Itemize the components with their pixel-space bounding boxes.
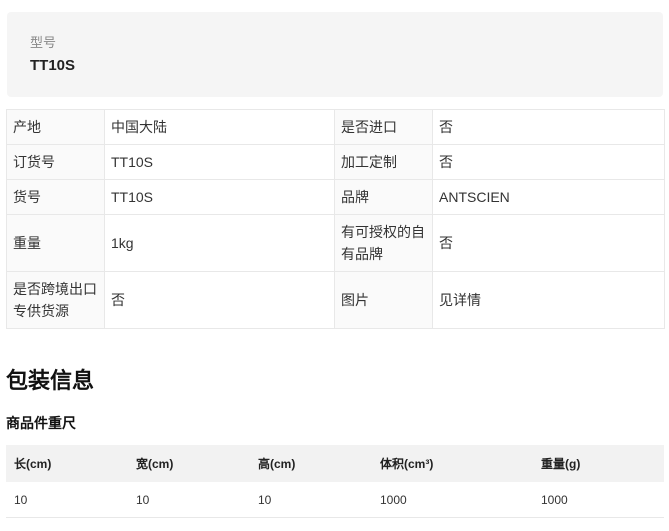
attr-value: 中国大陆 <box>104 109 335 145</box>
packaging-title: 包装信息 <box>6 368 95 393</box>
model-value: TT10S <box>30 57 76 74</box>
attr-value: 否 <box>432 109 665 145</box>
attr-value: 见详情 <box>432 271 665 329</box>
table-cell: 10 <box>128 482 250 518</box>
packaging-subtitle: 商品件重尺 <box>6 415 76 431</box>
attr-key: 是否跨境出口专供货源 <box>6 271 105 329</box>
attr-key: 重量 <box>6 214 105 272</box>
model-label: 型号 <box>30 35 57 50</box>
attr-key: 加工定制 <box>334 144 433 180</box>
table-cell: 1000 <box>533 482 664 518</box>
attr-value: TT10S <box>104 144 335 180</box>
table-row: 是否跨境出口专供货源 否 图片 见详情 <box>6 271 665 329</box>
table-row: 重量 1kg 有可授权的自有品牌 否 <box>6 214 665 272</box>
table-row: 10 10 10 1000 1000 <box>6 482 664 518</box>
attr-value: 否 <box>432 214 665 272</box>
attr-key: 品牌 <box>334 179 433 215</box>
column-header: 体积(cm³) <box>372 445 533 482</box>
attr-value: 否 <box>432 144 665 180</box>
model-card: 型号 TT10S <box>7 12 663 97</box>
column-header: 重量(g) <box>533 445 664 482</box>
attr-key: 是否进口 <box>334 109 433 145</box>
attr-value: TT10S <box>104 179 335 215</box>
attr-value: 否 <box>104 271 335 329</box>
attr-key: 图片 <box>334 271 433 329</box>
attr-value: 1kg <box>104 214 335 272</box>
attr-key: 产地 <box>6 109 105 145</box>
table-cell: 1000 <box>372 482 533 518</box>
attr-value: ANTSCIEN <box>432 179 665 215</box>
attr-key: 货号 <box>6 179 105 215</box>
column-header: 宽(cm) <box>128 445 250 482</box>
packaging-table: 长(cm) 宽(cm) 高(cm) 体积(cm³) 重量(g) 10 10 10… <box>6 445 664 518</box>
table-row: 货号 TT10S 品牌 ANTSCIEN <box>6 179 665 215</box>
column-header: 高(cm) <box>250 445 372 482</box>
attr-key: 订货号 <box>6 144 105 180</box>
attr-key: 有可授权的自有品牌 <box>334 214 433 272</box>
table-cell: 10 <box>250 482 372 518</box>
table-cell: 10 <box>6 482 128 518</box>
table-row: 产地 中国大陆 是否进口 否 <box>6 109 665 145</box>
attributes-table: 产地 中国大陆 是否进口 否 订货号 TT10S 加工定制 否 货号 TT10S… <box>6 109 665 329</box>
table-row: 订货号 TT10S 加工定制 否 <box>6 144 665 180</box>
table-header-row: 长(cm) 宽(cm) 高(cm) 体积(cm³) 重量(g) <box>6 445 664 482</box>
column-header: 长(cm) <box>6 445 128 482</box>
